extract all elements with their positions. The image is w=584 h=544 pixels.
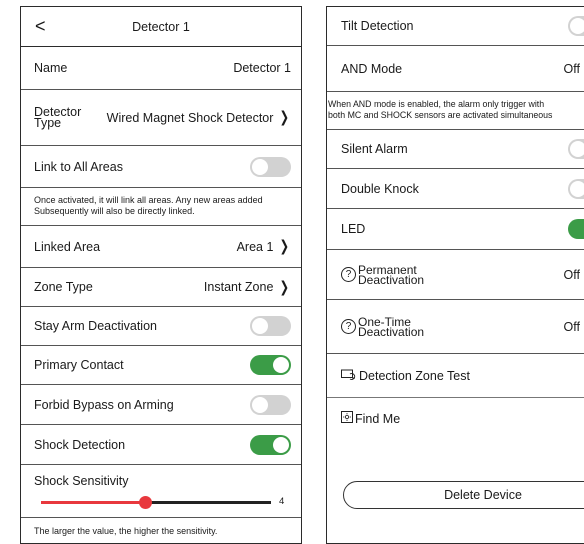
forbid-bypass-row: Forbid Bypass on Arming	[21, 385, 301, 425]
shock-detection-toggle[interactable]	[250, 434, 291, 455]
linked-area-label: Linked Area	[34, 239, 101, 254]
zone-type-row[interactable]: Zone Type Instant Zone ❯	[21, 268, 301, 307]
one-time-deactivation-line2: Deactivation	[358, 324, 425, 339]
double-knock-label: Double Knock	[341, 181, 419, 196]
silent-alarm-toggle[interactable]	[568, 139, 584, 159]
zone-test-icon	[341, 369, 357, 383]
chevron-right-icon: ❯	[279, 109, 290, 126]
primary-contact-row: Primary Contact	[21, 346, 301, 385]
and-note-line2: both MC and SHOCK sensors are activated …	[328, 110, 553, 120]
shock-sensitivity-section: Shock Sensitivity 4	[21, 465, 301, 517]
find-me-row[interactable]: Find Me	[327, 398, 584, 439]
back-icon[interactable]: <	[35, 16, 46, 37]
and-mode-label: AND Mode	[341, 61, 403, 76]
and-mode-value: Off	[563, 61, 580, 76]
permanent-deactivation-row[interactable]: ? Permanent Deactivation Off	[327, 250, 584, 300]
tilt-detection-toggle[interactable]	[568, 16, 584, 36]
detector-type-label-line2: Type	[34, 115, 62, 130]
shock-sensitivity-label: Shock Sensitivity	[34, 474, 129, 488]
toggle-knob	[252, 396, 268, 413]
find-me-label: Find Me	[355, 411, 401, 426]
one-time-deactivation-row[interactable]: ? One-Time Deactivation Off	[327, 300, 584, 354]
led-label: LED	[341, 222, 366, 236]
slider-fill	[41, 501, 145, 504]
toggle-knob	[570, 18, 584, 34]
delete-device-button[interactable]: Delete Device	[343, 481, 584, 509]
find-me-icon	[341, 411, 353, 426]
link-all-areas-toggle[interactable]	[250, 156, 291, 177]
shock-detection-label: Shock Detection	[34, 437, 126, 452]
permanent-deactivation-label: Permanent Deactivation	[358, 264, 564, 287]
led-toggle[interactable]	[568, 219, 584, 239]
link-note-line1: Once activated, it will link all areas. …	[34, 195, 263, 205]
one-time-deactivation-value: Off	[563, 319, 580, 334]
tilt-detection-row: Tilt Detection	[327, 7, 584, 46]
name-label: Name	[34, 61, 68, 75]
linked-area-value: Area 1	[236, 239, 274, 254]
primary-contact-label: Primary Contact	[34, 358, 124, 372]
page-header: < Detector 1	[21, 7, 301, 47]
tilt-detection-label: Tilt Detection	[341, 19, 414, 33]
one-time-deactivation-label: One-Time Deactivation	[358, 316, 564, 339]
forbid-bypass-toggle[interactable]	[250, 394, 291, 415]
shock-sensitivity-slider[interactable]	[41, 496, 271, 509]
detector-type-value: Wired Magnet Shock Detector	[106, 110, 274, 125]
forbid-bypass-label: Forbid Bypass on Arming	[34, 397, 174, 412]
linked-area-row[interactable]: Linked Area Area 1 ❯	[21, 226, 301, 268]
shock-sensitivity-value: 4	[279, 496, 285, 507]
link-all-areas-row: Link to All Areas	[21, 146, 301, 188]
zone-type-label: Zone Type	[34, 280, 93, 294]
stay-arm-deactivation-toggle[interactable]	[250, 316, 291, 336]
sensitivity-note: The larger the value, the higher the sen…	[21, 517, 301, 543]
help-icon[interactable]: ?	[341, 319, 356, 334]
toggle-knob	[570, 180, 584, 197]
detection-zone-test-row[interactable]: Detection Zone Test	[327, 354, 584, 398]
toggle-knob	[252, 158, 268, 175]
and-note-line1: When AND mode is enabled, the alarm only…	[328, 99, 545, 109]
page-title: Detector 1	[132, 19, 190, 34]
name-row[interactable]: Name Detector 1	[21, 47, 301, 90]
permanent-deactivation-value: Off	[563, 267, 580, 282]
detector-settings-panel: < Detector 1 Name Detector 1 Detector Ty…	[20, 6, 302, 544]
double-knock-toggle[interactable]	[568, 178, 584, 199]
chevron-right-icon: ❯	[279, 238, 290, 255]
toggle-knob	[273, 436, 289, 453]
stay-arm-deactivation-row: Stay Arm Deactivation	[21, 307, 301, 346]
and-mode-note: When AND mode is enabled, the alarm only…	[327, 92, 584, 130]
link-all-areas-note: Once activated, it will link all areas. …	[21, 188, 301, 226]
chevron-right-icon: ❯	[279, 278, 290, 296]
toggle-knob	[273, 357, 289, 373]
detector-type-label: Detector Type	[34, 105, 107, 130]
slider-thumb[interactable]	[138, 496, 152, 509]
detection-zone-test-label: Detection Zone Test	[359, 368, 470, 383]
primary-contact-toggle[interactable]	[250, 355, 291, 375]
double-knock-row: Double Knock	[327, 169, 584, 209]
led-row: LED	[327, 209, 584, 250]
name-value: Detector 1	[233, 61, 291, 75]
shock-detection-row: Shock Detection	[21, 425, 301, 465]
permanent-deactivation-line2: Deactivation	[358, 272, 425, 287]
toggle-knob	[570, 141, 584, 157]
zone-type-value: Instant Zone	[203, 280, 274, 294]
toggle-knob	[252, 318, 268, 334]
help-icon[interactable]: ?	[341, 267, 356, 282]
detector-settings-panel-continued: Tilt Detection AND Mode Off When AND mod…	[326, 6, 584, 544]
and-mode-row[interactable]: AND Mode Off	[327, 46, 584, 92]
link-all-areas-label: Link to All Areas	[34, 159, 123, 174]
silent-alarm-label: Silent Alarm	[341, 142, 408, 156]
link-note-line2: Subsequently will also be directly linke…	[34, 206, 195, 216]
silent-alarm-row: Silent Alarm	[327, 130, 584, 169]
detector-type-row[interactable]: Detector Type Wired Magnet Shock Detecto…	[21, 90, 301, 146]
stay-arm-deactivation-label: Stay Arm Deactivation	[34, 319, 157, 333]
